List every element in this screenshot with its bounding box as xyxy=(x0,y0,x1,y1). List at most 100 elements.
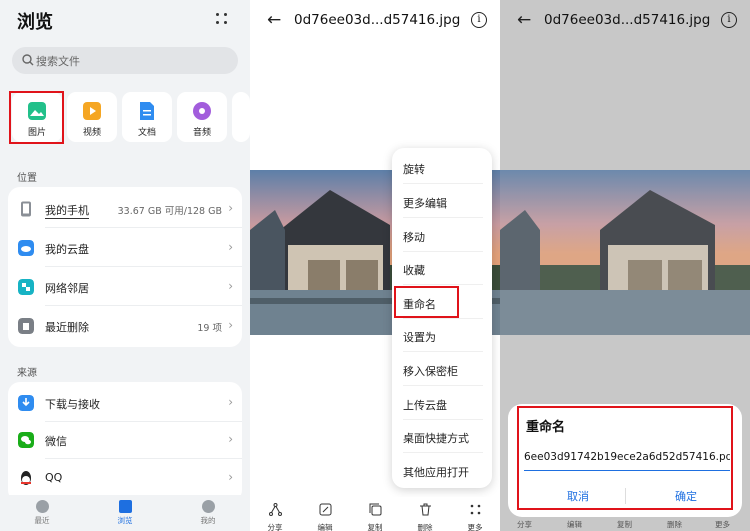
info-icon[interactable]: i xyxy=(721,12,737,28)
dimmed-toolbar: 分享 编辑 复制 删除 更多 xyxy=(500,517,750,531)
category-label: 文档 xyxy=(137,128,156,138)
audio-icon xyxy=(193,102,211,120)
menu-item-open-with[interactable]: 其他应用打开 xyxy=(403,454,483,487)
menu-item-favorite[interactable]: 收藏 xyxy=(403,252,483,285)
list-item-wechat[interactable]: 微信 › xyxy=(8,421,242,459)
context-menu: 旋转 更多编辑 移动 收藏 重命名 设置为 移入保密柜 上传云盘 桌面快捷方式 … xyxy=(392,148,492,488)
video-icon xyxy=(83,102,101,120)
category-label: 视频 xyxy=(82,128,101,138)
toolbar-label: 复制 xyxy=(617,520,632,529)
nav-mine[interactable]: 我的 xyxy=(188,500,228,526)
rename-panel: ← 0d76ee03d...d57416.jpg i 重命名 6ee03d917… xyxy=(500,0,750,531)
more-button[interactable]: 更多 xyxy=(460,501,490,531)
nav-browse[interactable]: 浏览 xyxy=(105,500,145,526)
document-icon xyxy=(140,102,154,120)
toolbar-label: 更多 xyxy=(467,523,483,531)
toolbar-label: 分享 xyxy=(517,520,532,529)
location-list: 我的手机 33.67 GB 可用/128 GB › 我的云盘 › 网络邻居 › … xyxy=(8,187,242,347)
menu-item-move[interactable]: 移动 xyxy=(403,219,483,252)
menu-item-label: 设置为 xyxy=(403,331,436,344)
trash-icon xyxy=(18,318,34,334)
share-button[interactable]: 分享 xyxy=(260,501,290,531)
menu-item-label: 移动 xyxy=(403,231,425,244)
share-icon xyxy=(268,503,282,516)
deleted-count: 19 项 xyxy=(197,323,222,334)
more-grid-icon xyxy=(470,504,480,515)
file-title: 0d76ee03d...d57416.jpg xyxy=(544,12,711,28)
cloud-icon xyxy=(18,240,34,256)
wechat-icon xyxy=(18,432,34,448)
toolbar-label: 删除 xyxy=(667,520,682,529)
list-item-label: 我的手机 xyxy=(45,204,89,219)
edit-icon xyxy=(319,503,331,516)
highlight-box xyxy=(517,406,733,510)
toolbar-label: 编辑 xyxy=(567,520,582,529)
page-title: 浏览 xyxy=(17,12,53,33)
toolbar-label: 分享 xyxy=(267,523,283,531)
menu-item-more-edit[interactable]: 更多编辑 xyxy=(403,185,483,218)
profile-icon xyxy=(201,500,215,513)
highlight-box xyxy=(394,286,459,318)
category-label: 音频 xyxy=(192,128,211,138)
list-item-label: 我的云盘 xyxy=(45,243,89,256)
list-item-label: 微信 xyxy=(45,435,67,448)
list-item-label: 下载与接收 xyxy=(45,398,100,411)
chevron-right-icon: › xyxy=(228,318,233,332)
nav-recent[interactable]: 最近 xyxy=(22,500,62,526)
menu-item-label: 桌面快捷方式 xyxy=(403,432,469,445)
chevron-right-icon: › xyxy=(228,279,233,293)
toolbar-label: 复制 xyxy=(367,523,383,531)
storage-value: 33.67 GB 可用/128 GB xyxy=(117,206,222,217)
search-input[interactable]: 搜索文件 xyxy=(12,47,238,74)
grid-menu-icon[interactable] xyxy=(216,13,228,25)
list-item-label: 网络邻居 xyxy=(45,282,89,295)
phone-icon xyxy=(21,201,31,217)
nav-label: 我的 xyxy=(200,516,216,525)
delete-button[interactable]: 删除 xyxy=(410,501,440,531)
copy-button[interactable]: 复制 xyxy=(360,501,390,531)
menu-item-desktop-shortcut[interactable]: 桌面快捷方式 xyxy=(403,420,483,453)
nav-label: 浏览 xyxy=(117,516,133,525)
chevron-right-icon: › xyxy=(228,201,233,215)
menu-item-label: 移入保密柜 xyxy=(403,365,458,378)
house-photo xyxy=(500,170,750,335)
list-item-my-cloud[interactable]: 我的云盘 › xyxy=(8,229,242,267)
list-item-my-phone[interactable]: 我的手机 33.67 GB 可用/128 GB › xyxy=(8,190,242,228)
menu-item-label: 其他应用打开 xyxy=(403,466,469,479)
menu-item-safe[interactable]: 移入保密柜 xyxy=(403,353,483,386)
category-videos[interactable]: 视频 xyxy=(67,92,117,142)
list-item-qq[interactable]: QQ › xyxy=(8,459,242,497)
edit-button[interactable]: 编辑 xyxy=(310,501,340,531)
search-icon xyxy=(22,54,34,66)
list-item-recently-deleted[interactable]: 最近删除 19 项 › xyxy=(8,307,242,345)
menu-item-upload-cloud[interactable]: 上传云盘 xyxy=(403,387,483,420)
category-documents[interactable]: 文档 xyxy=(122,92,172,142)
chevron-right-icon: › xyxy=(228,470,233,484)
menu-item-label: 更多编辑 xyxy=(403,197,447,210)
menu-item-label: 收藏 xyxy=(403,264,425,277)
list-item-label: QQ xyxy=(45,471,63,484)
list-item-network[interactable]: 网络邻居 › xyxy=(8,268,242,306)
info-icon[interactable]: i xyxy=(471,12,487,28)
menu-item-set-as[interactable]: 设置为 xyxy=(403,319,483,352)
back-arrow-icon[interactable]: ← xyxy=(267,10,281,30)
viewer-panel: ← 0d76ee03d...d57416.jpg i 旋转 更多编辑 移动 收藏… xyxy=(250,0,500,531)
section-header-location: 位置 xyxy=(17,173,37,184)
category-more[interactable] xyxy=(232,92,250,142)
file-title: 0d76ee03d...d57416.jpg xyxy=(294,12,461,28)
highlight-box xyxy=(9,91,64,144)
toolbar-label: 删除 xyxy=(417,523,433,531)
menu-item-rotate[interactable]: 旋转 xyxy=(403,151,483,184)
category-audio[interactable]: 音频 xyxy=(177,92,227,142)
menu-item-label: 上传云盘 xyxy=(403,399,447,412)
nav-label: 最近 xyxy=(34,516,50,525)
chevron-right-icon: › xyxy=(228,395,233,409)
list-item-label: 最近删除 xyxy=(45,321,89,334)
list-item-downloads[interactable]: 下载与接收 › xyxy=(8,384,242,422)
clock-icon xyxy=(35,500,49,513)
browse-panel: 浏览 搜索文件 图片 视频 文档 音频 位置 我的手机 33.67 GB 可用/… xyxy=(0,0,250,531)
chevron-right-icon: › xyxy=(228,432,233,446)
bottom-navigation: 最近 浏览 我的 xyxy=(0,495,250,531)
back-arrow-icon[interactable]: ← xyxy=(517,10,531,30)
download-icon xyxy=(18,395,34,411)
